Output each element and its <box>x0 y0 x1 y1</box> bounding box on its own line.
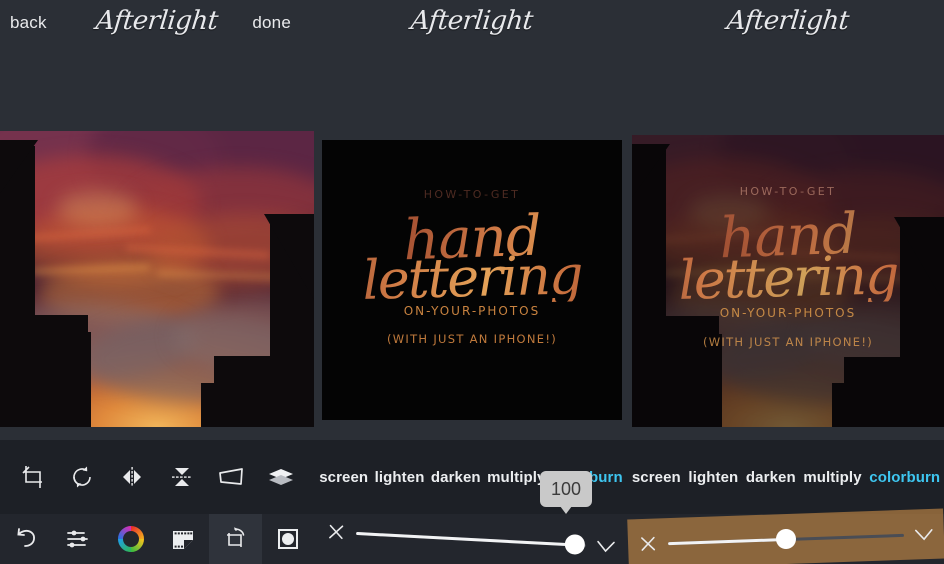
undo-button[interactable] <box>0 514 52 564</box>
film-filter-button[interactable] <box>157 514 209 564</box>
cancel-icon[interactable] <box>628 533 669 554</box>
sunset-sky-image <box>0 131 314 427</box>
lettering-line-3: lettering <box>632 243 944 312</box>
confirm-icon[interactable] <box>585 535 626 557</box>
blend-mode-colorburn[interactable]: colorburn <box>865 469 944 486</box>
blend-mode-bar: screen lighten darken multiply colorburn… <box>0 440 944 514</box>
panel-right: Afterlight HOW-TO-GET hand lettering ON-… <box>632 0 944 440</box>
bottom-toolbar <box>0 508 944 564</box>
transform-button[interactable] <box>209 514 262 564</box>
blend-modes-right: screen lighten darken multiply colorburn <box>628 440 944 514</box>
panel-strip: back Afterlight done Afterlight HOW-TO-G… <box>0 0 944 440</box>
panel-left-header: back Afterlight done <box>0 0 314 46</box>
blend-mode-multiply[interactable]: multiply <box>800 469 866 486</box>
photo-canvas-left[interactable] <box>0 131 314 427</box>
panel-left: back Afterlight done <box>0 0 314 440</box>
lettering-line-3: lettering <box>322 243 622 312</box>
slider-track[interactable] <box>356 522 587 556</box>
transform-tool-row <box>0 440 314 514</box>
lettering-line-4: ON-YOUR-PHOTOS <box>403 303 541 318</box>
adjust-sliders-button[interactable] <box>52 514 104 564</box>
done-button[interactable]: done <box>252 13 291 33</box>
app-logo: Afterlight <box>725 6 851 36</box>
blend-mode-lighten[interactable]: lighten <box>685 469 743 486</box>
opacity-slider-center <box>315 506 627 564</box>
slider-fill <box>356 531 575 546</box>
blend-mode-multiply[interactable]: multiply <box>484 469 549 486</box>
lettering-line-4: ON-YOUR-PHOTOS <box>719 305 857 320</box>
lettering-line-5: (WITH JUST AN IPHONE!) <box>386 331 558 346</box>
flip-vertical-icon[interactable] <box>165 460 199 494</box>
panel-right-header: Afterlight <box>632 0 944 46</box>
perspective-icon[interactable] <box>214 460 248 494</box>
editor-tab-row <box>0 514 314 564</box>
photo-canvas-right[interactable]: HOW-TO-GET hand lettering ON-YOUR-PHOTOS… <box>632 135 944 427</box>
layers-icon[interactable] <box>264 460 298 494</box>
panel-center-header: Afterlight <box>322 0 622 46</box>
cancel-icon[interactable] <box>316 521 357 543</box>
lettering-line-5: (WITH JUST AN IPHONE!) <box>702 335 874 350</box>
hand-lettering-image: HOW-TO-GET hand lettering ON-YOUR-PHOTOS… <box>322 140 622 420</box>
opacity-slider-right <box>627 508 944 564</box>
photo-canvas-center[interactable]: HOW-TO-GET hand lettering ON-YOUR-PHOTOS… <box>322 140 622 420</box>
blend-mode-darken[interactable]: darken <box>742 469 799 486</box>
slider-knob[interactable] <box>563 533 585 555</box>
color-wheel-button[interactable] <box>105 514 157 564</box>
blend-mode-screen[interactable]: screen <box>316 469 371 486</box>
flip-horizontal-icon[interactable] <box>115 460 149 494</box>
blend-mode-darken[interactable]: darken <box>428 469 484 486</box>
rotate-icon[interactable] <box>65 460 99 494</box>
opacity-value-tooltip: 100 <box>540 471 592 514</box>
afterlight-app: back Afterlight done Afterlight HOW-TO-G… <box>0 0 944 564</box>
blend-mode-lighten[interactable]: lighten <box>371 469 427 486</box>
panel-center: Afterlight HOW-TO-GET hand lettering ON-… <box>322 0 622 440</box>
app-logo: Afterlight <box>409 6 535 36</box>
slider-fill <box>668 537 787 545</box>
slider-knob[interactable] <box>775 528 797 550</box>
crop-icon[interactable] <box>16 460 50 494</box>
lettering-line-1: HOW-TO-GET <box>423 187 521 201</box>
confirm-icon[interactable] <box>904 523 944 544</box>
blended-lettering: HOW-TO-GET hand lettering ON-YOUR-PHOTOS… <box>632 135 944 427</box>
lettering-line-1: HOW-TO-GET <box>739 184 837 198</box>
slider-track[interactable] <box>668 524 905 554</box>
blend-mode-screen[interactable]: screen <box>628 469 685 486</box>
vignette-button[interactable] <box>262 514 314 564</box>
